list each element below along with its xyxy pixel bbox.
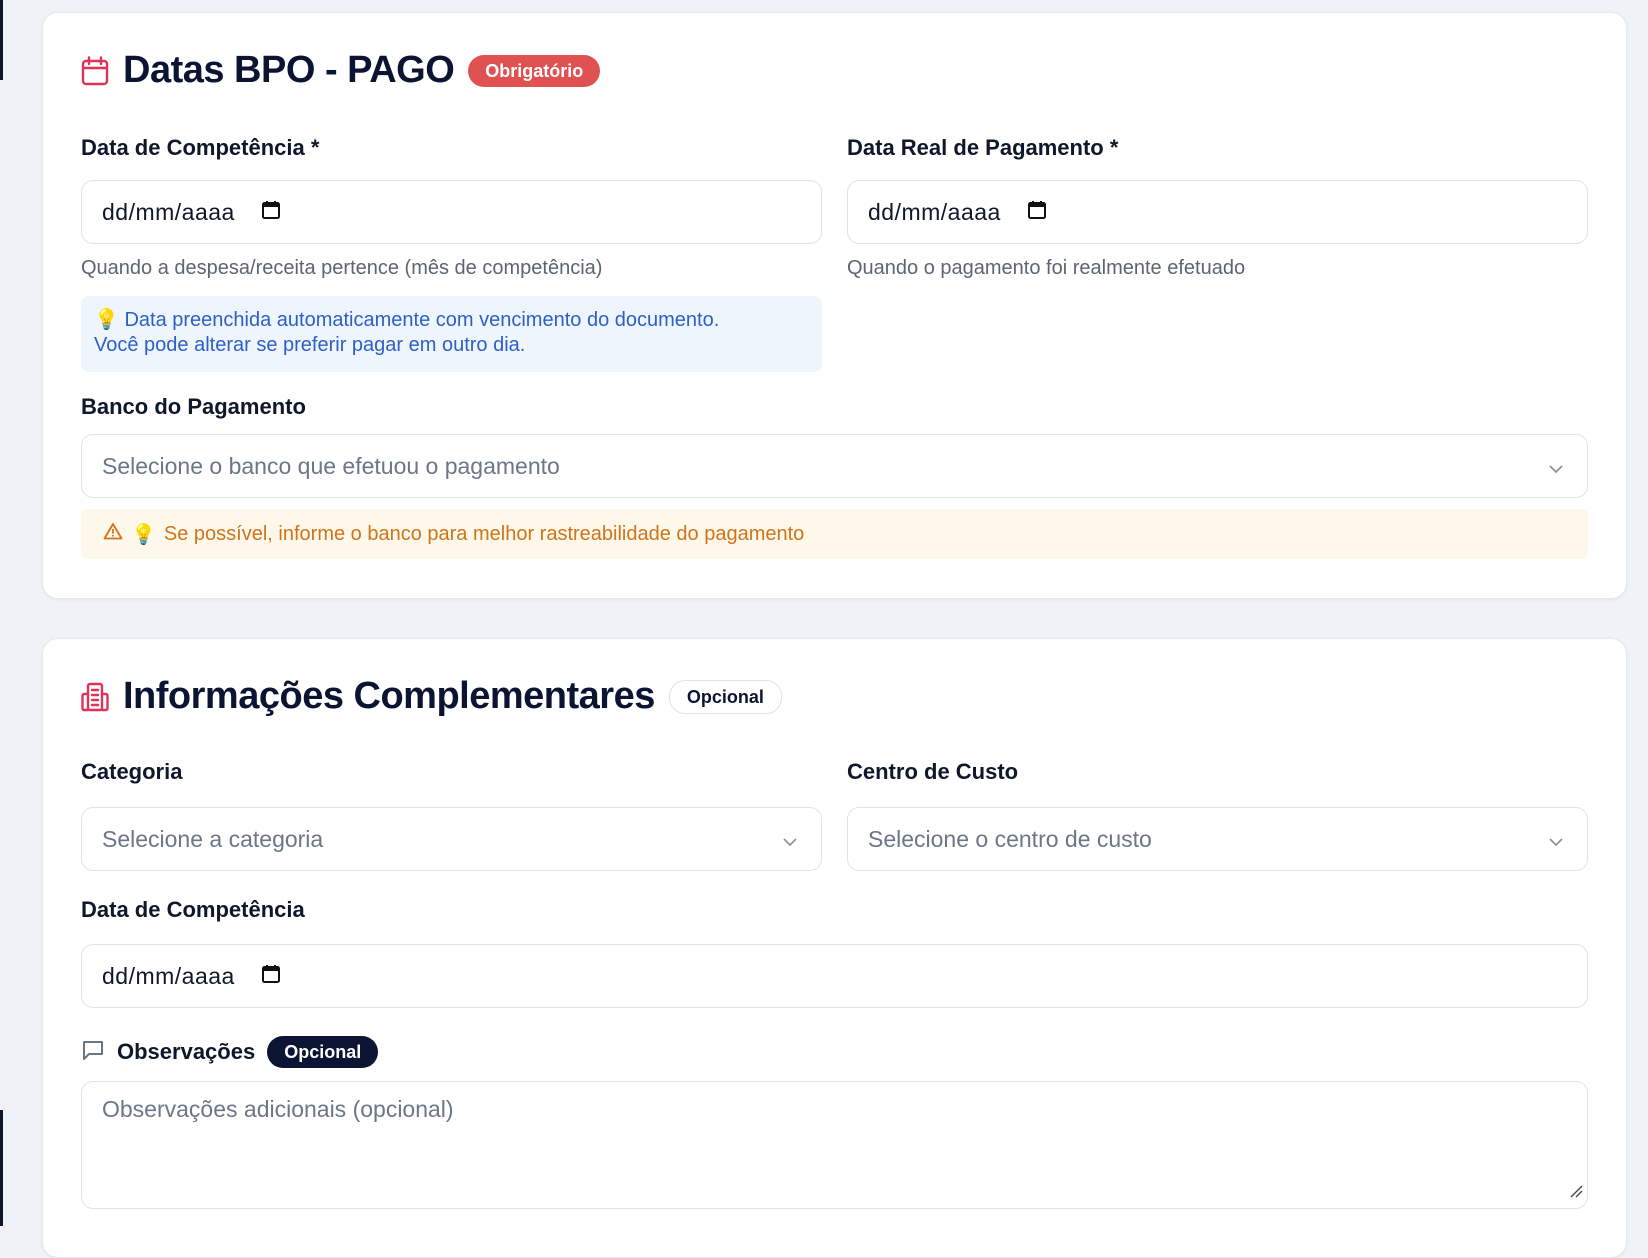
calendar-icon: [81, 55, 109, 86]
centro-custo-label: Centro de Custo: [847, 759, 1019, 784]
pagamento-help: Quando o pagamento foi realmente efetuad…: [847, 257, 1246, 279]
banco-label: Banco do Pagamento: [81, 394, 306, 419]
categoria-select[interactable]: Selecione a categoria: [81, 807, 822, 871]
bpo-dates-header: Datas BPO - PAGO Obrigatório: [81, 49, 601, 92]
optional-badge: Opcional: [267, 1036, 379, 1068]
chevron-down-icon: [1547, 830, 1565, 857]
section-title: Datas BPO - PAGO: [123, 49, 455, 91]
autofill-info-box: 💡 Data preenchida automaticamente com ve…: [81, 296, 822, 372]
complementary-info-card: Informações Complementares Opcional Cate…: [42, 638, 1627, 1258]
info-line-1: Data preenchida automaticamente com venc…: [124, 309, 720, 331]
observacoes-label: Observações: [117, 1039, 256, 1064]
banco-warning-box: 💡 Se possível, informe o banco para melh…: [81, 509, 1588, 559]
left-edge-strip: [0, 0, 3, 1226]
chevron-down-icon: [781, 830, 799, 857]
centro-custo-placeholder: Selecione o centro de custo: [868, 825, 1152, 852]
section-title: Informações Complementares: [123, 675, 655, 717]
centro-custo-select[interactable]: Selecione o centro de custo: [847, 807, 1588, 871]
competencia-help: Quando a despesa/receita pertence (mês d…: [81, 257, 603, 279]
calendar-icon[interactable]: [261, 963, 281, 990]
competencia-date-input[interactable]: dd/mm/aaaa: [81, 944, 1588, 1008]
calendar-icon[interactable]: [1027, 199, 1047, 226]
competencia-label: Data de Competência *: [81, 135, 320, 160]
date-value: dd/mm/aaaa: [868, 198, 1001, 225]
date-value: dd/mm/aaaa: [102, 198, 235, 225]
info-line-2: Você pode alterar se preferir pagar em o…: [94, 334, 526, 356]
calendar-icon[interactable]: [261, 199, 281, 226]
observacoes-placeholder: Observações adicionais (opcional): [102, 1096, 454, 1122]
bpo-dates-card: Datas BPO - PAGO Obrigatório Data de Com…: [42, 12, 1627, 599]
lightbulb-icon: 💡: [131, 523, 156, 546]
categoria-label: Categoria: [81, 759, 183, 784]
date-value: dd/mm/aaaa: [102, 962, 235, 989]
lightbulb-icon: 💡: [94, 309, 119, 331]
resize-handle-icon[interactable]: [1569, 1177, 1583, 1204]
competencia-label: Data de Competência: [81, 897, 305, 922]
competencia-date-input[interactable]: dd/mm/aaaa: [81, 180, 822, 244]
building-icon: [81, 682, 109, 712]
observacoes-textarea[interactable]: Observações adicionais (opcional): [81, 1081, 1588, 1209]
complementary-info-header: Informações Complementares Opcional: [81, 675, 782, 718]
pagamento-date-input[interactable]: dd/mm/aaaa: [847, 180, 1588, 244]
banco-select[interactable]: Selecione o banco que efetuou o pagament…: [81, 434, 1588, 498]
categoria-placeholder: Selecione a categoria: [102, 825, 324, 852]
message-square-icon: [81, 1038, 105, 1067]
chevron-down-icon: [1547, 457, 1565, 484]
optional-badge: Opcional: [668, 679, 782, 714]
banco-warning-text: Se possível, informe o banco para melhor…: [163, 522, 805, 545]
observacoes-header: Observações Opcional: [81, 1036, 379, 1068]
banco-placeholder: Selecione o banco que efetuou o pagament…: [102, 452, 560, 479]
warning-triangle-icon: [103, 522, 123, 546]
pagamento-label: Data Real de Pagamento *: [847, 135, 1119, 160]
required-badge: Obrigatório: [468, 54, 601, 87]
